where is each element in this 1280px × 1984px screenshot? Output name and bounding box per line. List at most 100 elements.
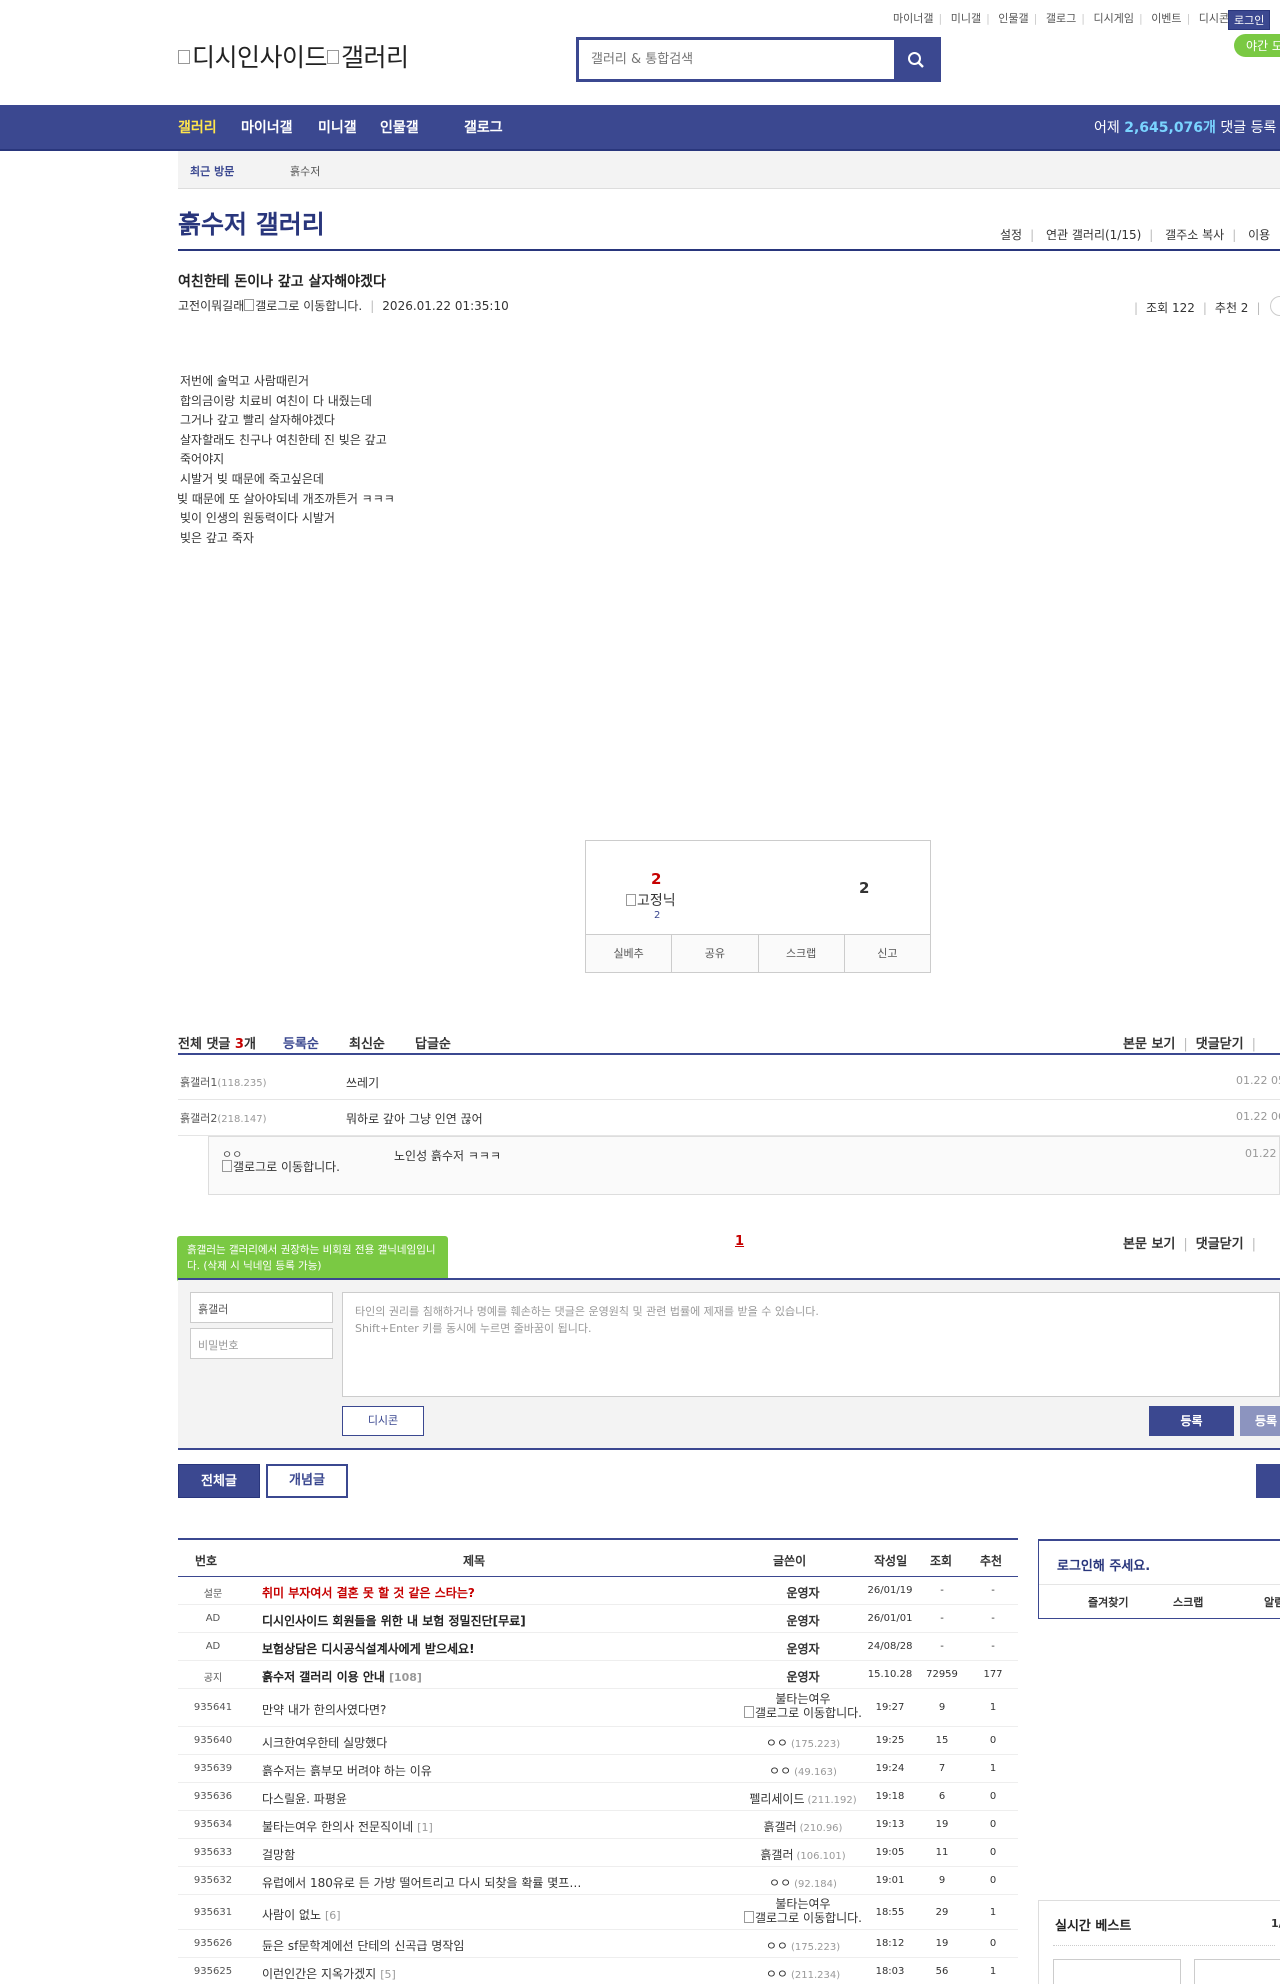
nav-minor[interactable]: 마이너갤 bbox=[241, 105, 293, 151]
nav-person[interactable]: 인물갤 bbox=[380, 105, 419, 151]
copy-address-link[interactable]: 갤주소 복사 bbox=[1165, 228, 1224, 242]
post-date: 19:01 bbox=[875, 1875, 905, 1886]
close-comments-link[interactable]: 댓글닫기 bbox=[1196, 1037, 1244, 1052]
gallog-icon[interactable] bbox=[244, 299, 255, 311]
related-gallery-link[interactable]: 연관 갤러리(1/15) bbox=[1046, 228, 1141, 242]
post-views: 56 bbox=[935, 1966, 949, 1977]
post-date: 19:05 bbox=[875, 1847, 905, 1858]
notification-link[interactable]: 알림 bbox=[1264, 1594, 1280, 1610]
post-views: 9 bbox=[938, 1702, 946, 1713]
post-title-link[interactable]: 사람이 없노 [6] bbox=[262, 1906, 341, 1923]
post-row[interactable]: AD 디시인사이드 회원들을 위한 내 보험 정밀진단[무료] 운영자 26/01/0… bbox=[178, 1605, 1018, 1633]
nav-gallog[interactable]: 갤로그 bbox=[464, 105, 503, 151]
post-row[interactable]: 설문 취미 부자여서 결혼 못 할 것 같은 스타는? 운영자 26/01/19- - bbox=[178, 1577, 1018, 1605]
top-link-person[interactable]: 인물갤 bbox=[998, 12, 1028, 25]
logo[interactable]: 디시인사이드 갤러리 bbox=[178, 38, 409, 74]
top-link-dccon[interactable]: 디시콘 bbox=[1199, 12, 1229, 25]
top-link-event[interactable]: 이벤트 bbox=[1151, 12, 1181, 25]
close-comments-link[interactable]: 댓글닫기 bbox=[1196, 1237, 1244, 1252]
search-input[interactable] bbox=[579, 40, 894, 79]
gallery-title[interactable]: 흙수저 갤러리 bbox=[178, 205, 325, 241]
post-title-link[interactable]: 보험상담은 디시공식설계사에게 받으세요! bbox=[262, 1640, 475, 1657]
view-post-link[interactable]: 본문 보기 bbox=[1123, 1237, 1175, 1252]
usage-link[interactable]: 이용 bbox=[1248, 228, 1270, 242]
post-title-link[interactable]: 걸망함 bbox=[262, 1846, 295, 1863]
post-row[interactable]: 935640 시크한여우한테 실망했다 ㅇㅇ (175.223) 19:25 15 0 bbox=[178, 1727, 1018, 1755]
post-title-link[interactable]: 유럽에서 180유로 든 가방 떨어트리고 다시 되찾을 확률 몇프… bbox=[262, 1874, 581, 1891]
post-title-link[interactable]: 이런인간은 지옥가겠지 [5] bbox=[262, 1965, 396, 1982]
night-mode-button[interactable]: 야간 모 bbox=[1234, 34, 1280, 57]
comment-textarea[interactable]: 타인의 권리를 침해하거나 명예를 훼손하는 댓글은 운영원칙 및 관련 법률에… bbox=[342, 1292, 1280, 1397]
broken-image-icon bbox=[327, 50, 340, 64]
post-row[interactable]: 935634 불타는여우 한의사 전문직이네 [1] 흙갤러 (210.96) 19:13… bbox=[178, 1811, 1018, 1839]
comment-item: 흙갤러2(218.147) 뭐하로 갚아 그냥 인연 끊어 01.22 06 bbox=[178, 1100, 1280, 1136]
post-author[interactable]: 고전이뭐길래 bbox=[178, 299, 244, 313]
post-views: - bbox=[940, 1641, 944, 1652]
post-recommend: 1 bbox=[989, 1907, 997, 1918]
col-views: 조회 bbox=[930, 1554, 953, 1568]
tab-all-posts[interactable]: 전체글 bbox=[178, 1464, 260, 1498]
post-row[interactable]: 935641 만약 내가 한의사였다면? 불타는여우 갤로그로 이동합니다. 19:27… bbox=[178, 1689, 1018, 1727]
main-nav: 갤러리 마이너갤 미니갤 인물갤 갤로그 어제 2,645,076개 댓글 등록 bbox=[0, 105, 1280, 151]
password-field[interactable]: 비밀번호 bbox=[190, 1328, 333, 1359]
post-title-link[interactable]: 다스릴윤. 파평윤 bbox=[262, 1790, 347, 1807]
post-row[interactable]: 935636 다스릴윤. 파평윤 펠리세이드 (211.192) 19:18 6 0 bbox=[178, 1783, 1018, 1811]
side-login-title[interactable]: 로그인해 주세요. bbox=[1057, 1555, 1150, 1574]
post-title-link[interactable]: 듄은 sf문학계에선 단테의 신곡급 명작임 bbox=[262, 1937, 464, 1954]
dccon-button[interactable]: 디시콘 bbox=[342, 1406, 424, 1436]
post-title-link[interactable]: 흙수저는 흙부모 버려야 하는 이유 bbox=[262, 1762, 432, 1779]
post-title-link[interactable]: 취미 부자여서 결혼 못 할 것 같은 스타는? bbox=[262, 1584, 475, 1601]
gallog-icon-alt: 갤로그로 이동합니다. bbox=[255, 299, 363, 313]
top-link-minor[interactable]: 마이너갤 bbox=[893, 12, 933, 25]
scrap-link[interactable]: 스크랩 bbox=[1173, 1594, 1203, 1610]
top-link-game[interactable]: 디시게임 bbox=[1093, 12, 1133, 25]
search-button[interactable] bbox=[894, 40, 938, 79]
more-options-button[interactable] bbox=[1270, 296, 1280, 316]
comment-nick: 흙갤러2(218.147) bbox=[180, 1112, 267, 1125]
post-title-link[interactable]: 불타는여우 한의사 전문직이네 [1] bbox=[262, 1818, 433, 1835]
post-row[interactable]: 935639 흙수저는 흙부모 버려야 하는 이유 ㅇㅇ (49.163) 19:24 7… bbox=[178, 1755, 1018, 1783]
post-row[interactable]: AD 보험상담은 디시공식설계사에게 받으세요! 운영자 24/08/28- - bbox=[178, 1633, 1018, 1661]
best-item[interactable] bbox=[1053, 1959, 1181, 1984]
post-title-link[interactable]: 시크한여우한테 실망했다 bbox=[262, 1734, 387, 1751]
view-post-link[interactable]: 본문 보기 bbox=[1123, 1037, 1175, 1052]
top-link-gallog[interactable]: 갤로그 bbox=[1046, 12, 1076, 25]
best-item[interactable] bbox=[1194, 1959, 1280, 1984]
sort-replies[interactable]: 답글순 bbox=[415, 1033, 451, 1052]
post-row[interactable]: 935631 사람이 없노 [6] 불타는여우 갤로그로 이동합니다. 18:55 29 1 bbox=[178, 1895, 1018, 1930]
gallery-setting-link[interactable]: 설정 bbox=[1000, 228, 1022, 242]
sort-registered[interactable]: 등록순 bbox=[283, 1033, 319, 1052]
nav-mini[interactable]: 미니갤 bbox=[318, 105, 357, 151]
best-recommend-button[interactable]: 실베추 bbox=[586, 935, 673, 972]
write-post-button[interactable] bbox=[1256, 1464, 1280, 1498]
post-row[interactable]: 935626 듄은 sf문학계에선 단테의 신곡급 명작임 ㅇㅇ (175.223) 1… bbox=[178, 1930, 1018, 1958]
post-recommend: 0 bbox=[989, 1847, 997, 1858]
post-title-link[interactable]: 만약 내가 한의사였다면? bbox=[262, 1701, 386, 1718]
tab-concept-posts[interactable]: 개념글 bbox=[266, 1464, 348, 1498]
post-row[interactable]: 935633 걸망함 흙갤러 (106.101) 19:05 11 0 bbox=[178, 1839, 1018, 1867]
post-number: 935633 bbox=[193, 1847, 233, 1858]
login-button[interactable]: 로그인 bbox=[1228, 10, 1271, 30]
sort-latest[interactable]: 최신순 bbox=[349, 1033, 385, 1052]
nickname-field[interactable]: 흙갤러 bbox=[190, 1292, 333, 1323]
share-button[interactable]: 공유 bbox=[672, 935, 759, 972]
top-link-mini[interactable]: 미니갤 bbox=[951, 12, 981, 25]
reply-gallog-alt[interactable]: 갤로그로 이동합니다. bbox=[222, 1160, 352, 1174]
scrap-button[interactable]: 스크랩 bbox=[759, 935, 845, 972]
register-recommend-button[interactable]: 등록 bbox=[1240, 1406, 1280, 1436]
nav-gallery[interactable]: 갤러리 bbox=[178, 105, 217, 151]
report-button[interactable]: 신고 bbox=[845, 935, 930, 972]
post-row[interactable]: 935632 유럽에서 180유로 든 가방 떨어트리고 다시 되찾을 확률 몇프… bbox=[178, 1867, 1018, 1895]
post-title-link[interactable]: 디시인사이드 회원들을 위한 내 보험 정밀진단[무료] bbox=[262, 1612, 526, 1629]
post-number: 935625 bbox=[193, 1966, 233, 1977]
post-date: 26/01/01 bbox=[867, 1613, 913, 1624]
post-row[interactable]: 935625 이런인간은 지옥가겠지 [5] ㅇㅇ (211.234) 18:03 56 1 bbox=[178, 1958, 1018, 1984]
recent-visit-item[interactable]: 흙수저 bbox=[290, 163, 320, 179]
register-button[interactable]: 등록 bbox=[1149, 1406, 1234, 1436]
post-views: 15 bbox=[935, 1735, 949, 1746]
body-line: 죽어야지 bbox=[180, 452, 225, 467]
comment-page-1[interactable]: 1 bbox=[735, 1234, 744, 1249]
favorites-link[interactable]: 즐겨찾기 bbox=[1088, 1594, 1128, 1610]
post-row[interactable]: 공지 흙수저 갤러리 이용 안내 [108] 운영자 15.10.28 72959 177 bbox=[178, 1661, 1018, 1689]
post-title-link[interactable]: 흙수저 갤러리 이용 안내 [108] bbox=[262, 1668, 422, 1685]
